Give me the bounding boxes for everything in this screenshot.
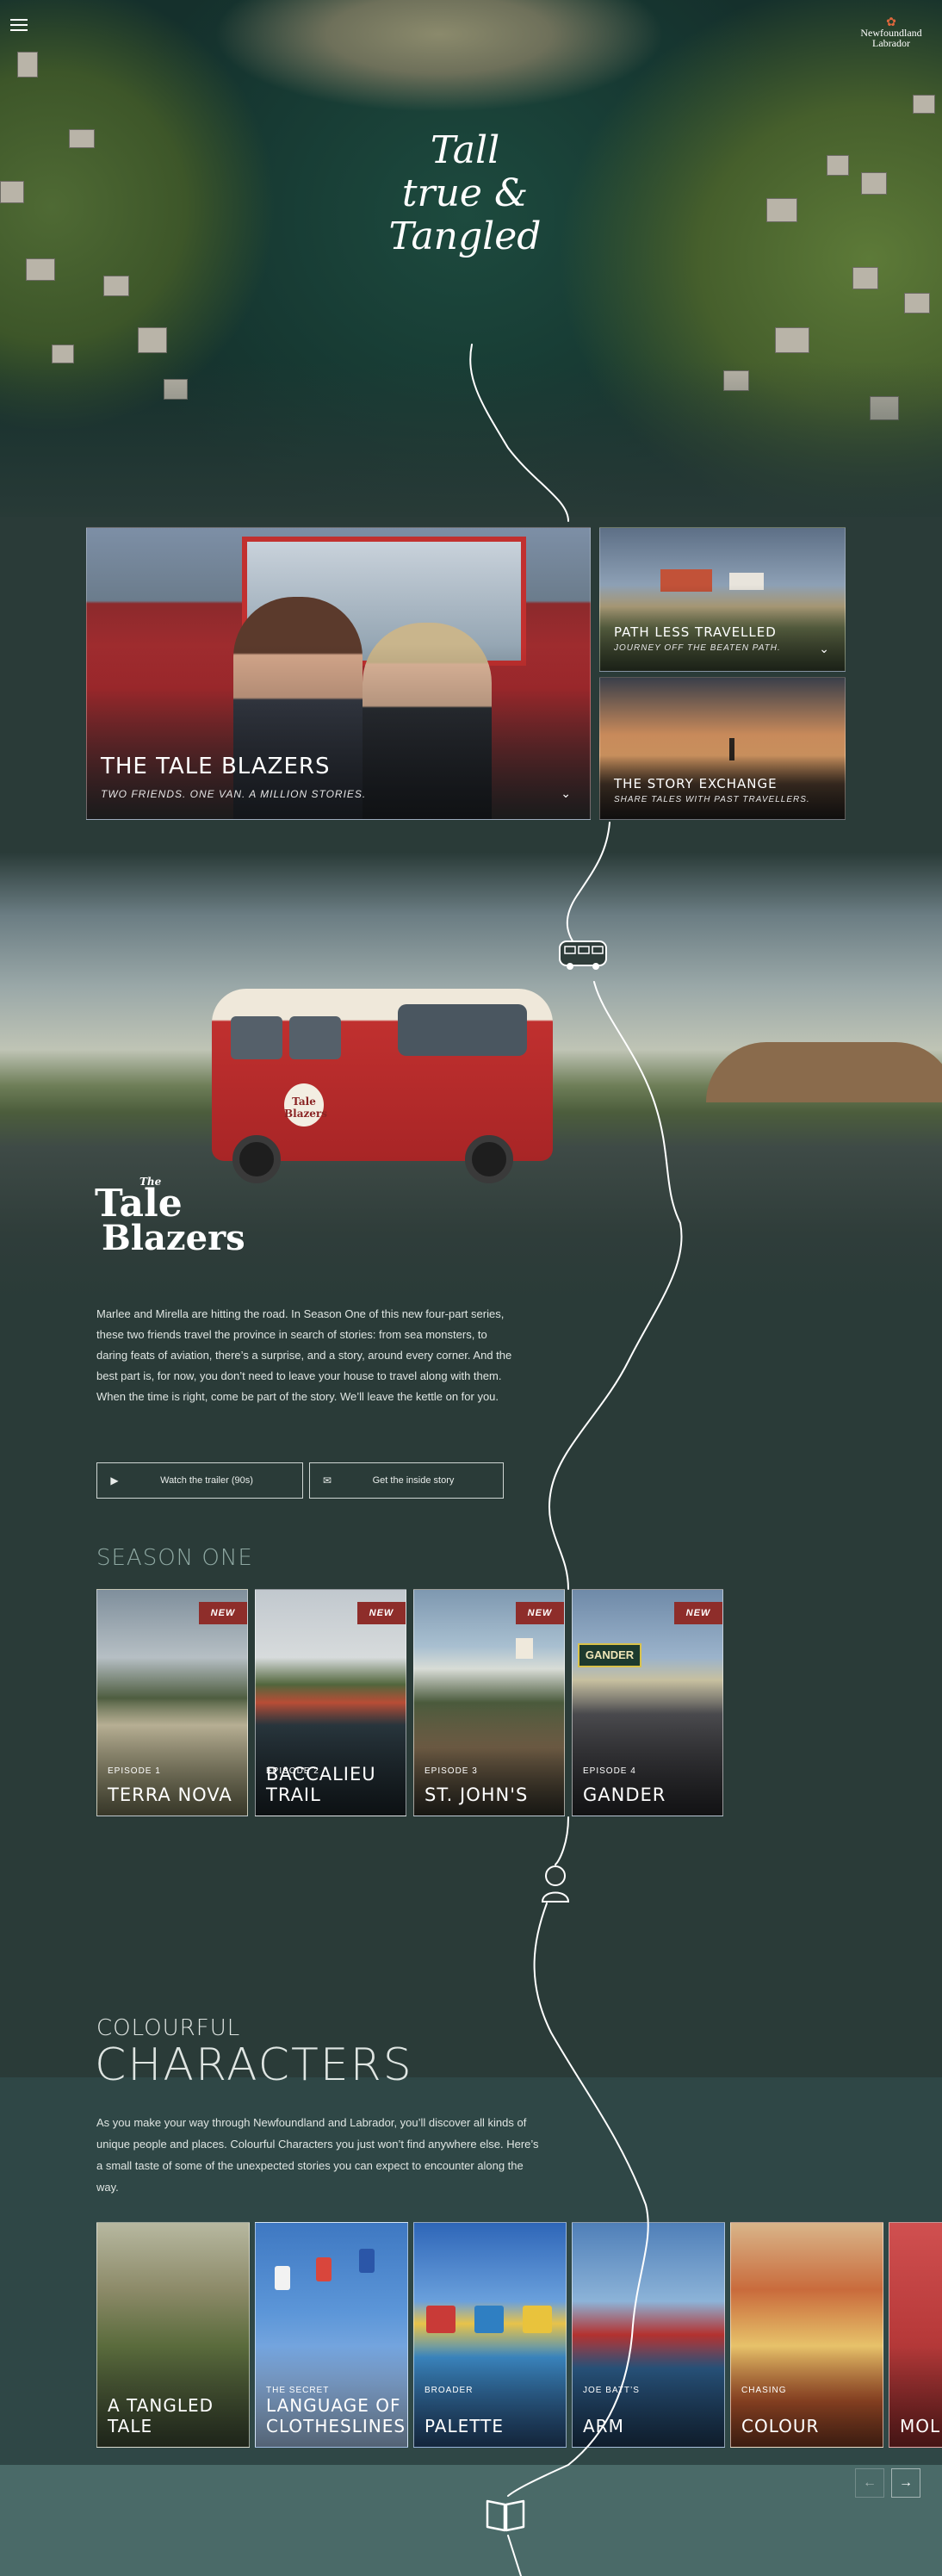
sock-image [275,2266,290,2290]
hero-title-line-3: Tangled [388,214,542,258]
episode-title: GANDER [583,1785,666,1805]
feature-title: THE TALE BLAZERS [101,754,331,779]
show-description: Marlee and Mirella are hitting the road.… [96,1307,512,1403]
van-windshield-image [398,1004,527,1056]
house-image [426,2306,456,2333]
character-title: ARM [583,2416,624,2436]
tale-blazers-logo: The Tale Blazers [95,1176,245,1258]
gander-sign: GANDER [578,1643,641,1667]
character-title: COLOUR [741,2416,820,2436]
character-title: A TANGLED TALE [108,2395,214,2436]
footer-band [0,2465,942,2576]
watch-trailer-label: Watch the trailer (90s) [160,1475,253,1486]
new-badge: NEW [516,1602,564,1624]
feature-tile-story-exchange[interactable]: THE STORY EXCHANGE SHARE TALES WITH PAST… [599,677,846,820]
new-badge: NEW [357,1602,406,1624]
new-badge: NEW [199,1602,247,1624]
brand-logo[interactable]: ✿ Newfoundland Labrador [858,17,925,49]
feature-title: THE STORY EXCHANGE [614,776,778,791]
chevron-down-icon[interactable]: ⌄ [561,786,571,801]
feature-subtitle: SHARE TALES WITH PAST TRAVELLERS. [614,795,810,804]
character-card[interactable]: A TANGLED TALE [96,2222,250,2448]
brand-name: Newfoundland Labrador [860,27,922,49]
new-badge: NEW [674,1602,722,1624]
characters-heading-small: COLOURFUL [96,2015,241,2041]
episode-card[interactable]: NEW EPISODE 2 BACCALIEU TRAIL [255,1589,406,1816]
character-card[interactable]: CHASING COLOUR [730,2222,883,2448]
sock-image [316,2257,332,2281]
feature-tile-tale-blazers[interactable]: THE TALE BLAZERS TWO FRIENDS. ONE VAN. A… [86,527,591,820]
mail-icon: ✉ [322,1474,332,1487]
storyteller-icon [541,1865,570,1903]
feature-subtitle: JOURNEY OFF THE BEATEN PATH. [614,643,781,653]
book-icon[interactable] [484,2496,527,2534]
watch-trailer-button[interactable]: ▶ Watch the trailer (90s) [96,1462,303,1499]
feature-subtitle: TWO FRIENDS. ONE VAN. A MILLION STORIES. [101,788,367,800]
episode-title: ST. JOHN'S [425,1785,529,1805]
character-kicker: JOE BATT’S [583,2386,640,2395]
sock-image [359,2249,375,2273]
inside-story-label: Get the inside story [372,1475,455,1486]
character-card[interactable]: BROADER PALETTE [413,2222,567,2448]
episode-card[interactable]: NEW EPISODE 3 ST. JOHN'S [413,1589,565,1816]
logo-line-1: Tale [95,1182,183,1226]
inside-story-button[interactable]: ✉ Get the inside story [309,1462,504,1499]
character-card[interactable]: JOE BATT’S ARM [572,2222,725,2448]
chevron-down-icon[interactable]: ⌄ [819,642,829,656]
episode-card[interactable]: NEW EPISODE 1 TERRA NOVA [96,1589,248,1816]
hero-title-line-1: Tall [430,128,500,172]
episode-number: EPISODE 4 [583,1766,636,1776]
van-decal: Tale Blazers [284,1083,327,1127]
van-wheel-image [465,1135,513,1183]
character-title: LANGUAGE OF CLOTHESLINES [266,2395,406,2436]
hero-title: Tall true & Tangled [344,129,586,258]
character-card[interactable]: MOLL [889,2222,942,2448]
hero-title-line-2: true & [401,171,529,215]
characters-heading: CHARACTERS [95,2039,413,2091]
carousel-next-button[interactable]: → [891,2468,920,2498]
van-window-image [231,1016,282,1059]
character-title: PALETTE [425,2416,504,2436]
episode-card[interactable]: GANDER NEW EPISODE 4 GANDER [572,1589,723,1816]
hill-image [706,1042,942,1102]
house-image [523,2306,552,2333]
character-kicker: BROADER [425,2386,474,2395]
hero-fade [0,362,942,534]
hamburger-icon[interactable] [10,19,28,33]
characters-description: As you make your way through Newfoundlan… [96,2116,539,2194]
episode-title: TERRA NOVA [108,1785,232,1805]
feature-title: PATH LESS TRAVELLED [614,624,777,640]
episode-number: EPISODE 1 [108,1766,161,1776]
character-kicker: CHASING [741,2386,787,2395]
feature-tile-path-less-travelled[interactable]: PATH LESS TRAVELLED JOURNEY OFF THE BEAT… [599,527,846,672]
lighthouse-image [516,1638,533,1659]
house-image [474,2306,504,2333]
carousel-prev-button[interactable]: ← [855,2468,884,2498]
episode-title: BACCALIEU TRAIL [266,1764,376,1805]
character-card[interactable]: THE SECRET LANGUAGE OF CLOTHESLINES [255,2222,408,2448]
season-heading: SEASON ONE [96,1545,253,1571]
logo-line-2: Blazers [102,1218,245,1258]
play-icon: ▶ [110,1474,119,1487]
character-kicker: THE SECRET [266,2386,330,2395]
character-title: MOLL [900,2416,942,2436]
episode-number: EPISODE 3 [425,1766,478,1776]
van-window-image [289,1016,341,1059]
